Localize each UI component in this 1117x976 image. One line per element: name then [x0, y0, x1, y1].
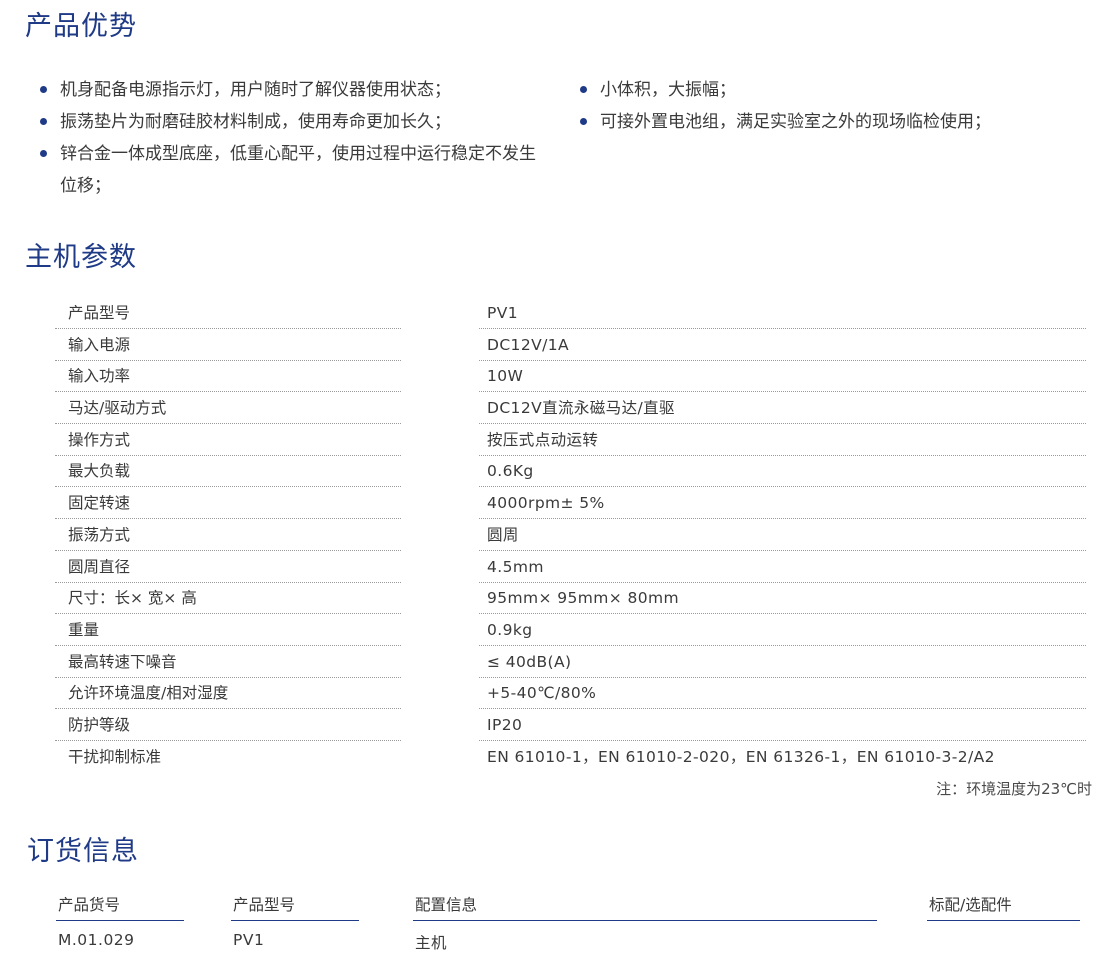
param-value: 0.6Kg [479, 456, 1086, 488]
param-name: 防护等级 [55, 710, 401, 741]
param-name: 允许环境温度/相对湿度 [55, 678, 401, 710]
table-row: 允许环境温度/相对湿度 +5-40℃/80% [55, 678, 1090, 710]
advantages-title: 产品优势 [25, 11, 137, 42]
table-row: 产品型号 PV1 [55, 298, 1090, 330]
table-row: 重量 0.9kg [55, 615, 1090, 647]
param-value: DC12V/1A [479, 330, 1086, 361]
bullet-icon [40, 86, 47, 93]
param-name: 最高转速下噪音 [55, 647, 401, 678]
table-row: 最高转速下噪音 ≤ 40dB(A) [55, 647, 1090, 679]
param-name: 马达/驱动方式 [55, 393, 401, 425]
advantage-text: 锌合金一体成型底座，低重心配平，使用过程中运行稳定不发生位移； [60, 144, 536, 196]
param-name: 干扰抑制标准 [68, 747, 162, 766]
param-name: 重量 [55, 615, 401, 646]
table-row: 固定转速 4000rpm± 5% [55, 488, 1090, 520]
params-title: 主机参数 [25, 242, 137, 273]
table-row: 圆周直径 4.5mm [55, 552, 1090, 584]
bullet-icon [580, 118, 587, 125]
param-value: 10W [479, 361, 1086, 393]
bullet-icon [580, 86, 587, 93]
table-row: 马达/驱动方式 DC12V直流永磁马达/直驱 [55, 393, 1090, 425]
param-value: EN 61010-1，EN 61010-2-020，EN 61326-1，EN … [487, 747, 995, 766]
table-row: 输入功率 10W [55, 361, 1090, 393]
table-row: 干扰抑制标准 EN 61010-1，EN 61010-2-020，EN 6132… [55, 742, 1090, 774]
param-name: 输入功率 [55, 361, 401, 393]
param-value: 0.9kg [479, 615, 1086, 646]
order-header-accessory: 标配/选配件 [927, 893, 1080, 921]
bullet-icon [40, 118, 47, 125]
param-name: 振荡方式 [55, 520, 401, 551]
advantage-item: 振荡垫片为耐磨硅胶材料制成，使用寿命更加长久； [40, 106, 550, 138]
advantage-text: 机身配备电源指示灯，用户随时了解仪器使用状态； [60, 80, 451, 100]
params-note: 注：环境温度为23℃时 [936, 780, 1092, 798]
bullet-icon [40, 150, 47, 157]
table-row: 振荡方式 圆周 [55, 520, 1090, 552]
param-name: 尺寸：长× 宽× 高 [55, 583, 401, 615]
params-table: 产品型号 PV1 输入电源 DC12V/1A 输入功率 10W 马达/驱动方式 … [55, 298, 1090, 773]
param-value: 95mm× 95mm× 80mm [479, 583, 1086, 615]
param-value: DC12V直流永磁马达/直驱 [479, 393, 1086, 425]
table-row: M.01.029 PV1 主机 [0, 931, 1117, 955]
param-value: PV1 [479, 298, 1086, 329]
advantage-text: 振荡垫片为耐磨硅胶材料制成，使用寿命更加长久； [60, 112, 451, 132]
param-name: 圆周直径 [55, 552, 401, 583]
order-table-header: 产品货号 产品型号 配置信息 标配/选配件 [0, 893, 1117, 923]
param-value: 圆周 [479, 520, 1086, 551]
advantage-text: 小体积，大振幅； [600, 80, 736, 100]
param-value: ≤ 40dB(A) [479, 647, 1086, 678]
advantage-item: 机身配备电源指示灯，用户随时了解仪器使用状态； [40, 74, 550, 106]
advantage-text: 可接外置电池组，满足实验室之外的现场临检使用； [600, 112, 991, 132]
order-model: PV1 [233, 931, 265, 949]
table-row: 操作方式 按压式点动运转 [55, 425, 1090, 457]
param-name: 产品型号 [55, 298, 401, 329]
advantage-item: 锌合金一体成型底座，低重心配平，使用过程中运行稳定不发生位移； [40, 138, 550, 202]
order-header-config: 配置信息 [413, 893, 877, 921]
advantage-item: 小体积，大振幅； [580, 74, 1100, 106]
param-value: +5-40℃/80% [479, 678, 1086, 710]
param-name: 固定转速 [55, 488, 401, 520]
param-value: 4000rpm± 5% [479, 488, 1086, 520]
param-value: 按压式点动运转 [479, 425, 1086, 456]
advantage-item: 可接外置电池组，满足实验室之外的现场临检使用； [580, 106, 1100, 138]
param-name: 输入电源 [55, 330, 401, 361]
table-row: 输入电源 DC12V/1A [55, 330, 1090, 362]
advantages-left-column: 机身配备电源指示灯，用户随时了解仪器使用状态； 振荡垫片为耐磨硅胶材料制成，使用… [40, 74, 550, 202]
table-row: 尺寸：长× 宽× 高 95mm× 95mm× 80mm [55, 583, 1090, 615]
order-config: 主机 [415, 934, 448, 952]
param-name: 最大负载 [55, 456, 401, 488]
param-name: 操作方式 [55, 425, 401, 456]
order-title: 订货信息 [27, 836, 139, 867]
order-sku: M.01.029 [58, 931, 135, 949]
order-header-model: 产品型号 [231, 893, 359, 921]
table-row: 防护等级 IP20 [55, 710, 1090, 742]
order-header-sku: 产品货号 [56, 893, 184, 921]
param-value: 4.5mm [479, 552, 1086, 583]
table-row: 最大负载 0.6Kg [55, 456, 1090, 488]
param-value: IP20 [479, 710, 1086, 741]
advantages-right-column: 小体积，大振幅； 可接外置电池组，满足实验室之外的现场临检使用； [580, 74, 1100, 138]
